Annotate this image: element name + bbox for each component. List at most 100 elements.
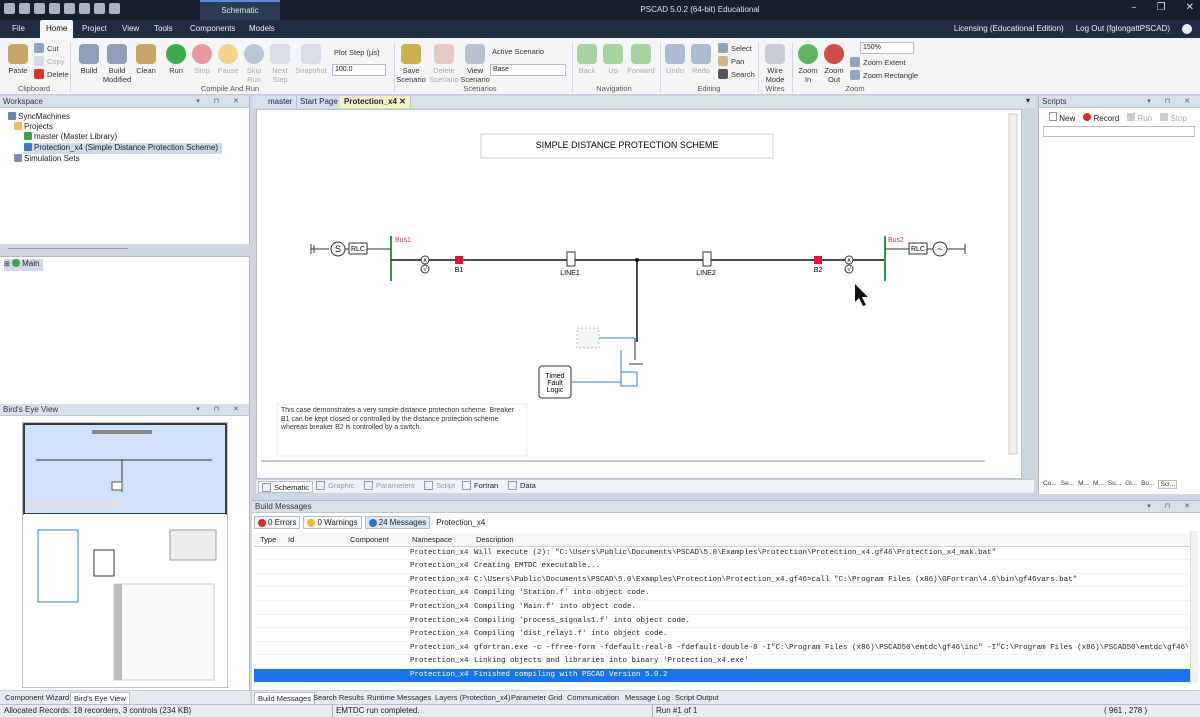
- panel-controls[interactable]: ▾ ⊓ ✕: [1147, 96, 1196, 108]
- active-scenario-select[interactable]: Base: [490, 64, 566, 76]
- panel-controls[interactable]: ▾ ⊓ ✕: [196, 404, 245, 416]
- tab-list-dropdown-icon[interactable]: ▾: [1026, 96, 1030, 105]
- redo-button[interactable]: Redo: [690, 44, 712, 75]
- menu-project[interactable]: Project: [76, 20, 113, 38]
- zoom-level-select[interactable]: 150%: [860, 42, 914, 54]
- table-row[interactable]: iProtection_x4Creating EMTDC executable.…: [254, 560, 1192, 574]
- tab-su[interactable]: Su...: [1108, 480, 1121, 489]
- col-type[interactable]: Type: [260, 533, 276, 547]
- forward-button[interactable]: Forward: [626, 44, 656, 75]
- tline-2[interactable]: [702, 251, 712, 267]
- table-row[interactable]: iProtection_x4Compiling 'Station.f' into…: [254, 587, 1192, 601]
- run-button[interactable]: Run: [164, 44, 188, 75]
- tab-runtime-messages[interactable]: Runtime Messages: [364, 692, 434, 704]
- back-button[interactable]: Back: [576, 44, 598, 75]
- vertical-scrollbar[interactable]: [1008, 113, 1018, 455]
- pan-button[interactable]: Pan: [718, 56, 744, 66]
- licensing-link[interactable]: Licensing (Educational Edition): [954, 20, 1064, 38]
- undo-button[interactable]: Undo: [664, 44, 686, 75]
- workspace-root[interactable]: SyncMachines: [8, 112, 70, 123]
- clean-button[interactable]: Clean: [134, 44, 158, 75]
- snapshot-button[interactable]: Snapshot: [294, 44, 328, 75]
- minimize-button[interactable]: –: [1132, 2, 1137, 13]
- project-protection-x4[interactable]: Protection_x4 (Simple Distance Protectio…: [24, 143, 223, 154]
- tab-layers[interactable]: Layers (Protection_x4): [432, 692, 513, 704]
- schematic-canvas[interactable]: SIMPLE DISTANCE PROTECTION SCHEME S RLC …: [256, 109, 1022, 479]
- panel-controls[interactable]: ▾ ⊓ ✕: [1147, 501, 1196, 513]
- maximize-button[interactable]: ❐: [1157, 2, 1166, 13]
- tab-m2[interactable]: M...: [1093, 480, 1104, 489]
- tab-script[interactable]: Script: [424, 481, 455, 490]
- tab-bo[interactable]: Bo...: [1141, 480, 1154, 489]
- tab-schematic[interactable]: Schematic: [258, 481, 314, 493]
- messages-filter[interactable]: 24 Messages: [364, 516, 431, 529]
- messages-scrollbar[interactable]: [1190, 531, 1198, 683]
- tab-master[interactable]: master: [264, 96, 298, 108]
- panel-controls[interactable]: ▾ ⊓ ✕: [196, 96, 245, 108]
- breaker-b2[interactable]: [814, 256, 822, 264]
- tab-script-output[interactable]: Script Output: [672, 692, 722, 704]
- skip-run-button[interactable]: Skip Run: [242, 44, 266, 84]
- run-script-button[interactable]: Run: [1127, 112, 1152, 123]
- tab-scripts[interactable]: Scr...: [1158, 480, 1178, 489]
- table-row[interactable]: iProtection_x4Will execute (2): "C:\User…: [254, 547, 1192, 561]
- tab-communication[interactable]: Communication: [564, 692, 622, 704]
- fault-component[interactable]: [576, 327, 600, 349]
- tab-search-results[interactable]: Search Results: [310, 692, 367, 704]
- table-row[interactable]: iProtection_x4Compiling 'dist_relay1.f' …: [254, 628, 1192, 642]
- tab-settings[interactable]: Se...: [1061, 480, 1074, 489]
- delete-button[interactable]: Delete: [34, 69, 69, 79]
- zoom-out-button[interactable]: Zoom Out: [822, 44, 846, 84]
- stop-button[interactable]: Stop: [190, 44, 214, 75]
- tab-protection-x4[interactable]: Protection_x4 ✕: [340, 96, 411, 108]
- tab-start-page[interactable]: Start Page: [296, 96, 343, 108]
- table-row[interactable]: iProtection_x4C:\Users\Public\Documents\…: [254, 574, 1192, 588]
- stop-script-button[interactable]: Stop: [1160, 112, 1187, 123]
- new-script-button[interactable]: New: [1049, 112, 1075, 123]
- expand-icon[interactable]: ⊞: [4, 261, 10, 268]
- save-scenario-button[interactable]: Save Scenario: [396, 44, 426, 84]
- menu-components[interactable]: Components: [184, 20, 241, 38]
- select-button[interactable]: Select: [718, 43, 752, 53]
- table-row[interactable]: iProtection_x4gfortran.exe -c -ffree-for…: [254, 642, 1192, 656]
- build-modified-button[interactable]: Build Modified: [101, 44, 133, 84]
- pause-button[interactable]: Pause: [216, 44, 240, 75]
- help-icon[interactable]: [1182, 24, 1192, 34]
- schematic-drawing[interactable]: SIMPLE DISTANCE PROTECTION SCHEME S RLC …: [257, 110, 1021, 478]
- build-button[interactable]: Build: [76, 44, 102, 75]
- menu-view[interactable]: View: [116, 20, 145, 38]
- menu-file[interactable]: File: [6, 20, 31, 38]
- table-row[interactable]: iProtection_x4Linking objects and librar…: [254, 655, 1192, 669]
- tab-component-wizard[interactable]: Component Wizard: [2, 692, 72, 704]
- zoom-in-button[interactable]: Zoom In: [796, 44, 820, 84]
- zoom-rectangle-button[interactable]: Zoom Rectangle: [850, 70, 918, 80]
- tab-parameter-grid[interactable]: Parameter Grid: [508, 692, 565, 704]
- warnings-filter[interactable]: 0 Warnings: [303, 516, 362, 529]
- tab-global[interactable]: Gl...: [1125, 480, 1137, 489]
- cut-button[interactable]: Cut: [34, 43, 59, 53]
- table-row[interactable]: iProtection_x4Compiling 'process_signals…: [254, 615, 1192, 629]
- wire-mode-button[interactable]: Wire Mode: [762, 44, 788, 84]
- col-description[interactable]: Description: [476, 533, 514, 547]
- tline-1[interactable]: [566, 251, 576, 267]
- delete-scenario-button[interactable]: Delete Scenario: [428, 44, 460, 84]
- up-button[interactable]: Up: [602, 44, 624, 75]
- fault-plot-icon[interactable]: [620, 371, 638, 387]
- menu-home[interactable]: Home: [40, 20, 74, 38]
- logout-link[interactable]: Log Out (fglongattPSCAD): [1076, 20, 1170, 38]
- project-master[interactable]: master (Master Library): [24, 132, 117, 143]
- view-scenario-button[interactable]: View Scenario: [460, 44, 490, 84]
- plot-step-input[interactable]: 100.0: [332, 64, 386, 76]
- zoom-extent-button[interactable]: Zoom Extent: [850, 57, 906, 67]
- next-step-button[interactable]: Next Step: [268, 44, 292, 84]
- simulation-sets-node[interactable]: Simulation Sets: [14, 154, 80, 165]
- tab-m1[interactable]: M...: [1078, 480, 1089, 489]
- breaker-b1[interactable]: [455, 256, 463, 264]
- main-definition-item[interactable]: ⊞ Main: [4, 259, 44, 271]
- close-button[interactable]: ✕: [1186, 2, 1194, 13]
- close-tab-icon[interactable]: ✕: [399, 97, 406, 106]
- script-select[interactable]: [1043, 126, 1195, 137]
- tab-graphic[interactable]: Graphic: [316, 481, 354, 490]
- projects-node[interactable]: Projects: [14, 122, 53, 133]
- project-filter[interactable]: Protection_x4: [433, 518, 488, 527]
